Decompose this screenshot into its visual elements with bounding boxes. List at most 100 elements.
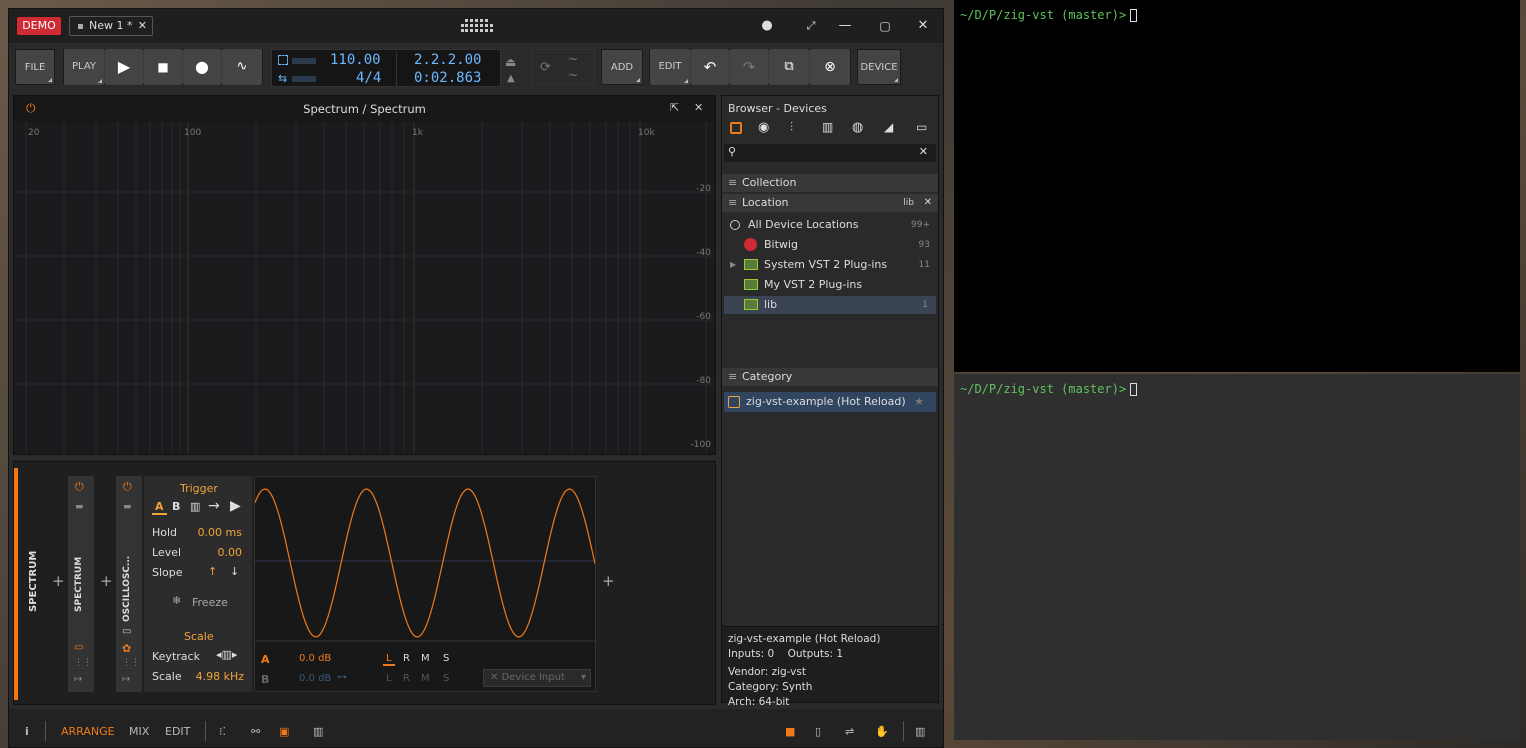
add-menu-button[interactable]: ADD	[601, 49, 643, 85]
terminal-pane-bottom[interactable]: ~/D/P/zig-vst (master)>	[954, 374, 1520, 740]
arrange-button[interactable]: ARRANGE	[61, 725, 115, 738]
channel-a-left[interactable]: L	[383, 653, 395, 666]
devices-tab-icon[interactable]	[730, 122, 742, 134]
loop-icon[interactable]: ⟳	[540, 60, 551, 75]
channel-b-gain[interactable]: 0.0 dB	[299, 673, 331, 684]
add-device-icon[interactable]: +	[602, 572, 615, 590]
modulation-icon[interactable]: ⚯	[251, 725, 260, 738]
channel-b-side[interactable]: S	[443, 673, 449, 684]
document-tab[interactable]: New 1 * ✕	[69, 16, 153, 36]
gear-icon[interactable]: ✿	[122, 642, 131, 655]
stop-button[interactable]: ■	[144, 49, 182, 85]
add-device-icon[interactable]: +	[100, 572, 113, 590]
power-icon[interactable]: ⏻	[75, 480, 84, 494]
collection-section[interactable]: ≡ Collection	[722, 174, 938, 192]
keys-icon[interactable]: ▥	[190, 500, 200, 513]
location-item[interactable]: Bitwig 93	[722, 236, 938, 254]
channel-b-mid[interactable]: M	[421, 673, 430, 684]
favorite-star-icon[interactable]: ★	[914, 392, 924, 412]
link-icon[interactable]: ⊶	[337, 672, 347, 683]
location-section[interactable]: ≡ Location lib ✕	[722, 194, 938, 212]
info-button[interactable]: i	[25, 725, 29, 738]
arrow-right-icon[interactable]: →	[208, 498, 220, 514]
device-menu-button[interactable]: DEVICE	[857, 49, 901, 85]
play-button[interactable]: ▶	[105, 49, 143, 85]
file-menu-button[interactable]: FILE	[15, 49, 55, 85]
metronome-icon[interactable]: ⏏	[505, 55, 516, 69]
project-file-icon[interactable]: ▯	[815, 725, 821, 738]
loop-region-icon[interactable]	[278, 55, 288, 65]
category-section[interactable]: ≡ Category	[722, 368, 938, 386]
delete-button[interactable]: ⊗	[810, 49, 850, 85]
position-value[interactable]: 2.2.2.00	[414, 52, 481, 68]
edit-menu-button[interactable]: EDIT	[650, 49, 690, 85]
mixer-panel-icon[interactable]: ▥	[313, 725, 323, 738]
close-panel-icon[interactable]: ✕	[694, 101, 703, 114]
freeze-button[interactable]: Freeze	[192, 596, 228, 609]
music-tab-icon[interactable]: ◍	[852, 120, 863, 135]
multisample-tab-icon[interactable]: ◢	[884, 120, 893, 134]
fullscreen-icon[interactable]: ⤢	[801, 17, 821, 35]
add-device-icon[interactable]: +	[52, 572, 65, 590]
mix-button[interactable]: MIX	[129, 725, 149, 738]
redo-button[interactable]: ↷	[730, 49, 768, 85]
crossfade-bottom-icon[interactable]: ~	[568, 68, 578, 82]
metronome-tick-icon[interactable]: ▲	[507, 73, 515, 84]
trigger-a-button[interactable]: A	[152, 500, 167, 515]
tempo-value[interactable]: 110.00	[330, 52, 381, 68]
expand-icon[interactable]: ↦	[122, 674, 130, 685]
panel-icon[interactable]: ▭	[74, 642, 83, 653]
play-menu-button[interactable]: PLAY	[64, 49, 104, 85]
track-name[interactable]: SPECTRUM	[28, 551, 39, 612]
hand-icon[interactable]: ✋	[875, 725, 889, 738]
location-item-selected[interactable]: lib 1	[724, 296, 936, 314]
channel-a-right[interactable]: R	[403, 653, 410, 664]
slope-up-icon[interactable]: ↑	[208, 565, 217, 578]
close-window-icon[interactable]: ✕	[913, 17, 933, 35]
search-input[interactable]: ⚲ ✕	[724, 144, 936, 162]
device-name[interactable]: SPECTRUM	[74, 557, 84, 612]
scale-value[interactable]: 4.98 kHz	[196, 670, 244, 683]
search-icon[interactable]: ⚲	[728, 145, 736, 158]
edit-view-button[interactable]: EDIT	[165, 725, 190, 738]
keytrack-icon[interactable]: ◂▥▸	[216, 648, 237, 661]
trigger-b-button[interactable]: B	[172, 500, 180, 513]
record-button[interactable]: ●	[183, 49, 221, 85]
location-tag[interactable]: lib	[903, 194, 914, 212]
channel-b-right[interactable]: R	[403, 673, 410, 684]
device-panel-icon[interactable]: ▣	[279, 725, 289, 738]
time-signature-value[interactable]: 4/4	[356, 70, 381, 86]
duplicate-button[interactable]: ⧉	[769, 49, 809, 85]
popout-icon[interactable]: ⇱	[670, 101, 679, 114]
channel-a-mid[interactable]: M	[421, 653, 430, 664]
terminal-pane-top[interactable]: ~/D/P/zig-vst (master)>	[954, 0, 1520, 372]
maximize-icon[interactable]: ▢	[875, 17, 895, 35]
result-item[interactable]: zig-vst-example (Hot Reload) ★	[724, 392, 936, 412]
device-input-select[interactable]: ✕ Device Input ▾	[483, 669, 591, 687]
hold-value[interactable]: 0.00 ms	[198, 526, 242, 539]
inspector-icon[interactable]: ⇌	[845, 725, 854, 738]
location-item[interactable]: All Device Locations 99+	[722, 216, 938, 234]
presets-tab-icon[interactable]: ◉	[758, 120, 769, 135]
automation-write-button[interactable]: ∿	[222, 49, 262, 85]
slope-down-icon[interactable]: ↓	[230, 565, 239, 578]
record-indicator-icon[interactable]: ●	[757, 17, 777, 35]
time-value[interactable]: 0:02.863	[414, 70, 481, 86]
browser-folder-icon[interactable]: ■	[785, 725, 795, 738]
location-item[interactable]: My VST 2 Plug-ins	[722, 276, 938, 294]
clear-location-icon[interactable]: ✕	[924, 194, 932, 212]
location-item[interactable]: ▶ System VST 2 Plug-ins 11	[722, 256, 938, 274]
panel-icon[interactable]: ▭	[122, 626, 131, 637]
crossfade-top-icon[interactable]: ~	[568, 52, 578, 66]
channel-a-gain[interactable]: 0.0 dB	[299, 653, 331, 664]
close-tab-icon[interactable]: ✕	[138, 17, 147, 35]
samples-tab-icon[interactable]: ⫶	[790, 120, 793, 135]
expand-arrow-icon[interactable]: ▶	[730, 256, 736, 274]
folder-icon[interactable]: ▬	[123, 502, 132, 512]
device-name[interactable]: OSCILLOSC...	[122, 556, 132, 622]
level-value[interactable]: 0.00	[218, 546, 243, 559]
piano-keys-icon[interactable]: ▥	[915, 725, 925, 738]
play-trigger-icon[interactable]: ▶	[230, 498, 241, 514]
minimize-icon[interactable]: —	[835, 17, 855, 35]
channel-a-side[interactable]: S	[443, 653, 449, 664]
